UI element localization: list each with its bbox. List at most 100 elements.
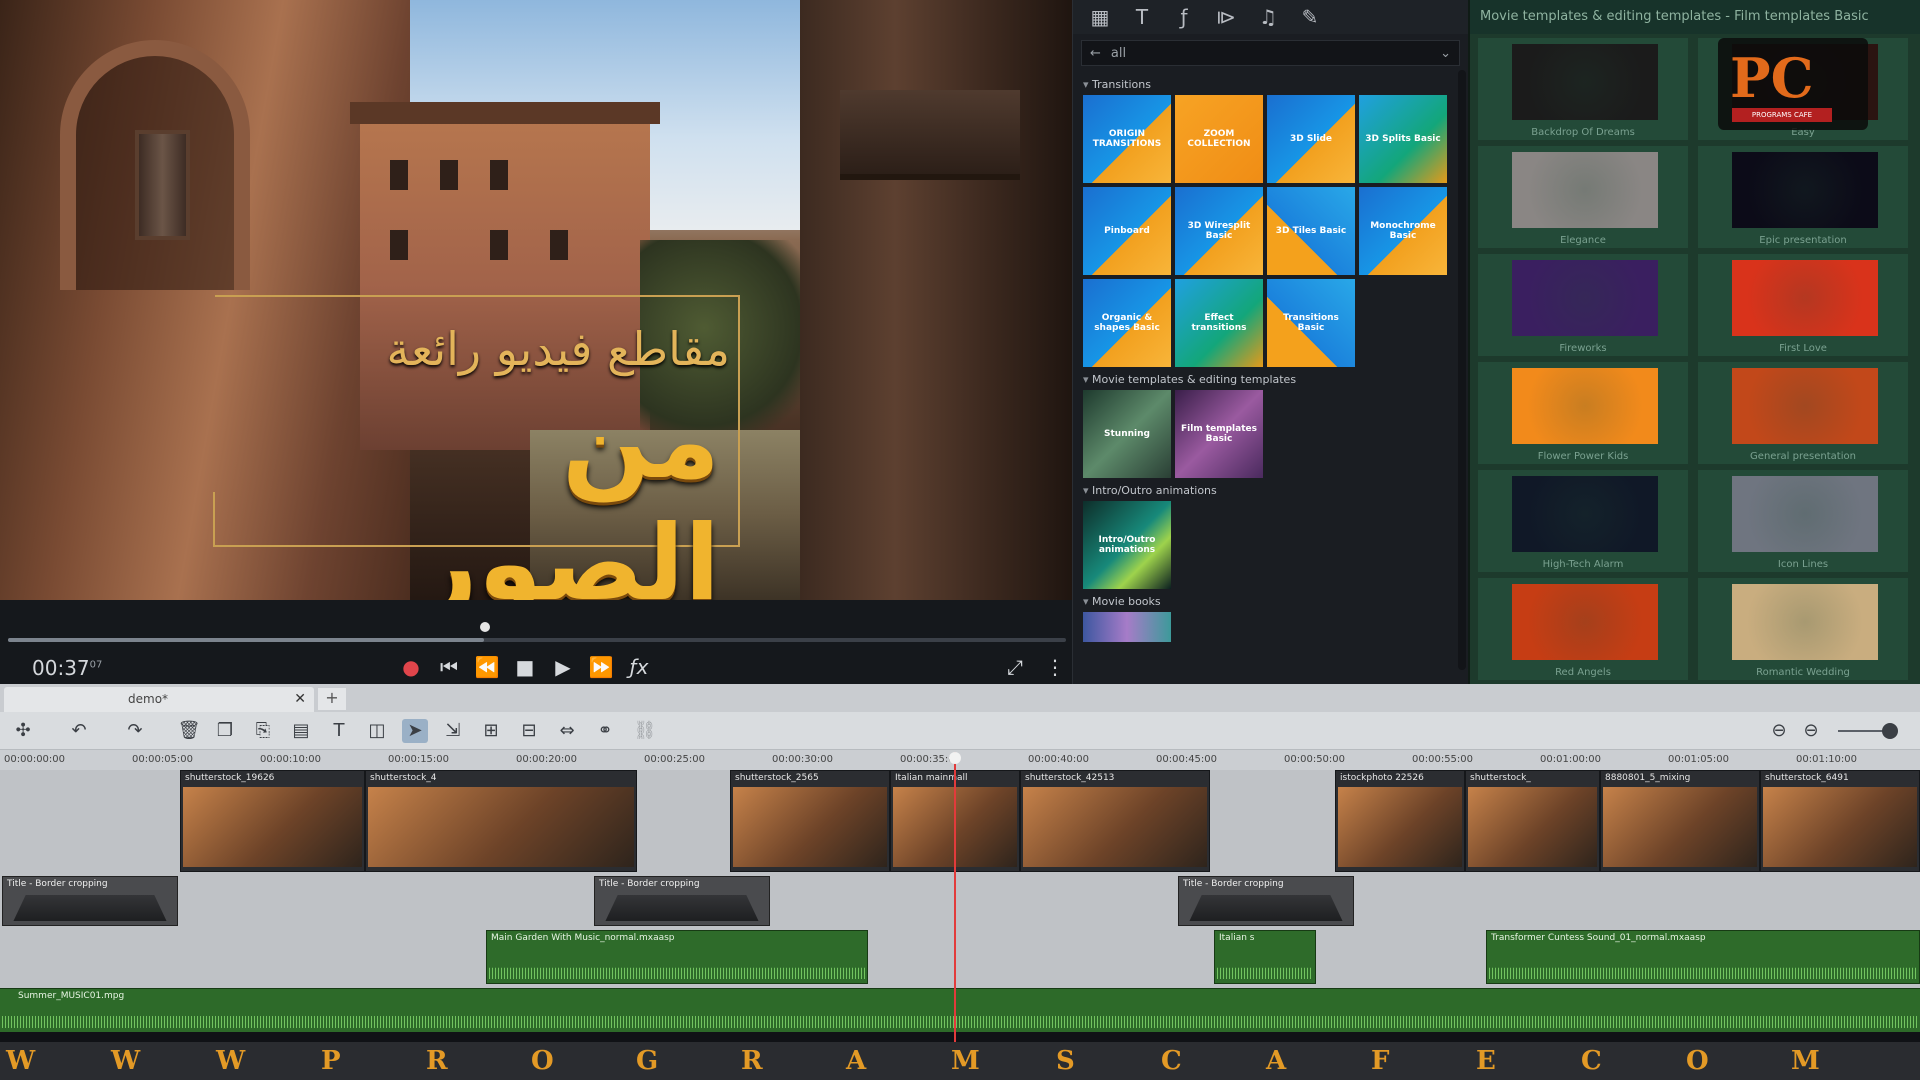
add-tab-button[interactable]: + [318,688,346,710]
template-item[interactable]: High-Tech Alarm [1478,470,1688,572]
template-label: High-Tech Alarm [1542,559,1624,570]
category-intro-outro[interactable]: Intro/Outro animations [1073,478,1468,501]
zoom-slider-handle[interactable] [1882,723,1898,739]
intro-template-tile[interactable]: Intro/Outro animations [1083,501,1171,589]
transition-tile[interactable]: 3D Splits Basic [1359,95,1447,183]
title-clip[interactable]: Title - Border cropping [594,876,770,926]
stretch-icon[interactable]: ⇔ [554,719,580,743]
back-arrow-icon[interactable]: ← [1090,46,1101,61]
transition-tile[interactable]: 3D Wiresplit Basic [1175,187,1263,275]
group-icon[interactable]: ⚭ [592,719,618,743]
skip-start-icon[interactable]: ⏮ [434,652,464,682]
audio-clip[interactable]: Italian s [1214,930,1316,984]
transition-tile[interactable]: ORIGIN TRANSITIONS [1083,95,1171,183]
template-item[interactable]: Epic presentation [1698,146,1908,248]
redo-icon[interactable]: ↷ [122,719,148,743]
play-icon[interactable]: ▶ [548,652,578,682]
effects-tab-icon[interactable]: ƒ [1167,4,1201,30]
category-movie-books[interactable]: Movie books [1073,589,1468,612]
pointer-icon[interactable]: ➤ [402,719,428,743]
video-clip[interactable]: 8880801_5_mixing [1600,770,1760,872]
fast-forward-icon[interactable]: ⏩ [586,652,616,682]
transition-tile[interactable]: 3D Slide [1267,95,1355,183]
template-item[interactable]: Flower Power Kids [1478,362,1688,464]
zoom-in-icon[interactable]: ⊖ [1798,719,1824,743]
watermark-letter: A [1266,1046,1287,1076]
movie-template-tile[interactable]: Film templates Basic [1175,390,1263,478]
split-icon[interactable]: ⊞ [478,719,504,743]
video-clip[interactable]: shutterstock_4 [365,770,637,872]
media-pool-scrollbar[interactable] [1458,70,1466,670]
link-icon[interactable]: ⛓ [632,719,658,743]
template-item[interactable]: Fireworks [1478,254,1688,356]
grid-icon[interactable]: ▦ [1083,4,1117,30]
tag-icon[interactable]: ✎ [1293,4,1327,30]
video-clip[interactable]: shutterstock_2565 [730,770,890,872]
template-item[interactable]: General presentation [1698,362,1908,464]
undo-icon[interactable]: ↶ [66,719,92,743]
video-clip[interactable]: shutterstock_6491 [1760,770,1920,872]
marker-icon[interactable]: ◫ [364,719,390,743]
text-tool-icon[interactable]: T [326,719,352,743]
template-item[interactable]: Backdrop Of Dreams [1478,38,1688,140]
audio-clip[interactable]: Main Garden With Music_normal.mxaasp [486,930,868,984]
transition-tile[interactable]: Effect transitions [1175,279,1263,367]
category-filter[interactable]: ← all ⌄ [1081,40,1460,66]
transition-tile[interactable]: Organic & shapes Basic [1083,279,1171,367]
chevron-down-icon[interactable]: ⌄ [1440,46,1451,61]
playhead[interactable] [954,752,956,1042]
template-item[interactable]: First Love [1698,254,1908,356]
trim-icon[interactable]: ⊟ [516,719,542,743]
video-clip[interactable]: shutterstock_42513 [1020,770,1210,872]
template-item[interactable]: Icon Lines [1698,470,1908,572]
template-item[interactable]: Romantic Wedding [1698,578,1908,680]
category-movie-templates[interactable]: Movie templates & editing templates [1073,367,1468,390]
music-clip[interactable]: Summer_MUSIC01.mpg [0,988,1920,1032]
transition-tile[interactable]: Transitions Basic [1267,279,1355,367]
audio-clip[interactable]: Transformer Cuntess Sound_01_normal.mxaa… [1486,930,1920,984]
delete-icon[interactable]: 🗑 [176,719,202,743]
clipboard-icon[interactable]: ▤ [288,719,314,743]
preview-scrubber[interactable] [8,638,1066,642]
category-transitions[interactable]: Transitions [1073,72,1468,95]
template-thumbnail [1732,584,1878,660]
rewind-icon[interactable]: ⏪ [472,652,502,682]
close-icon[interactable]: ✕ [294,691,306,707]
video-clip[interactable]: istockphoto 22526 [1335,770,1465,872]
video-clip[interactable]: shutterstock_19626 [180,770,365,872]
watermark-letter: C [1161,1046,1182,1076]
playhead-handle[interactable] [949,752,961,764]
preview-balcony [840,90,1020,180]
text-icon[interactable]: T [1125,4,1159,30]
range-pointer-icon[interactable]: ⇲ [440,719,466,743]
title-clip[interactable]: Title - Border cropping [2,876,178,926]
transition-tile-label: Organic & shapes Basic [1094,313,1160,333]
effects-icon[interactable]: ƒx [624,652,654,682]
fullscreen-icon[interactable]: ⤢ [1000,652,1030,682]
video-clip[interactable]: shutterstock_ [1465,770,1600,872]
template-label: Icon Lines [1777,559,1829,570]
clip-thumbnail [1468,787,1597,867]
transition-tile-label: 3D Slide [1289,134,1333,144]
copy-icon[interactable]: ❐ [212,719,238,743]
zoom-out-icon[interactable]: ⊖ [1766,719,1792,743]
transition-tile[interactable]: 3D Tiles Basic [1267,187,1355,275]
transition-tile[interactable]: Monochrome Basic [1359,187,1447,275]
template-item[interactable]: Red Angels [1478,578,1688,680]
project-tab[interactable]: demo* ✕ [4,687,314,712]
scrubber-handle[interactable] [480,622,490,632]
transition-tile[interactable]: ZOOM COLLECTION [1175,95,1263,183]
more-options-icon[interactable]: ⋮ [1040,652,1070,682]
movie-template-tile[interactable]: Stunning [1083,390,1171,478]
music-icon[interactable]: ♫ [1251,4,1285,30]
template-item[interactable]: Elegance [1478,146,1688,248]
transition-tile[interactable]: Pinboard [1083,187,1171,275]
record-button[interactable]: ● [396,652,426,682]
movie-book-tile[interactable] [1083,612,1171,642]
paste-icon[interactable]: ⎘ [250,719,276,743]
ruler-tick-label: 00:01:00:00 [1540,754,1602,765]
title-clip[interactable]: Title - Border cropping [1178,876,1354,926]
mode-icon[interactable]: ✣ [10,719,36,743]
stop-icon[interactable]: ■ [510,652,540,682]
transitions-tab-icon[interactable]: ⧐ [1209,4,1243,30]
